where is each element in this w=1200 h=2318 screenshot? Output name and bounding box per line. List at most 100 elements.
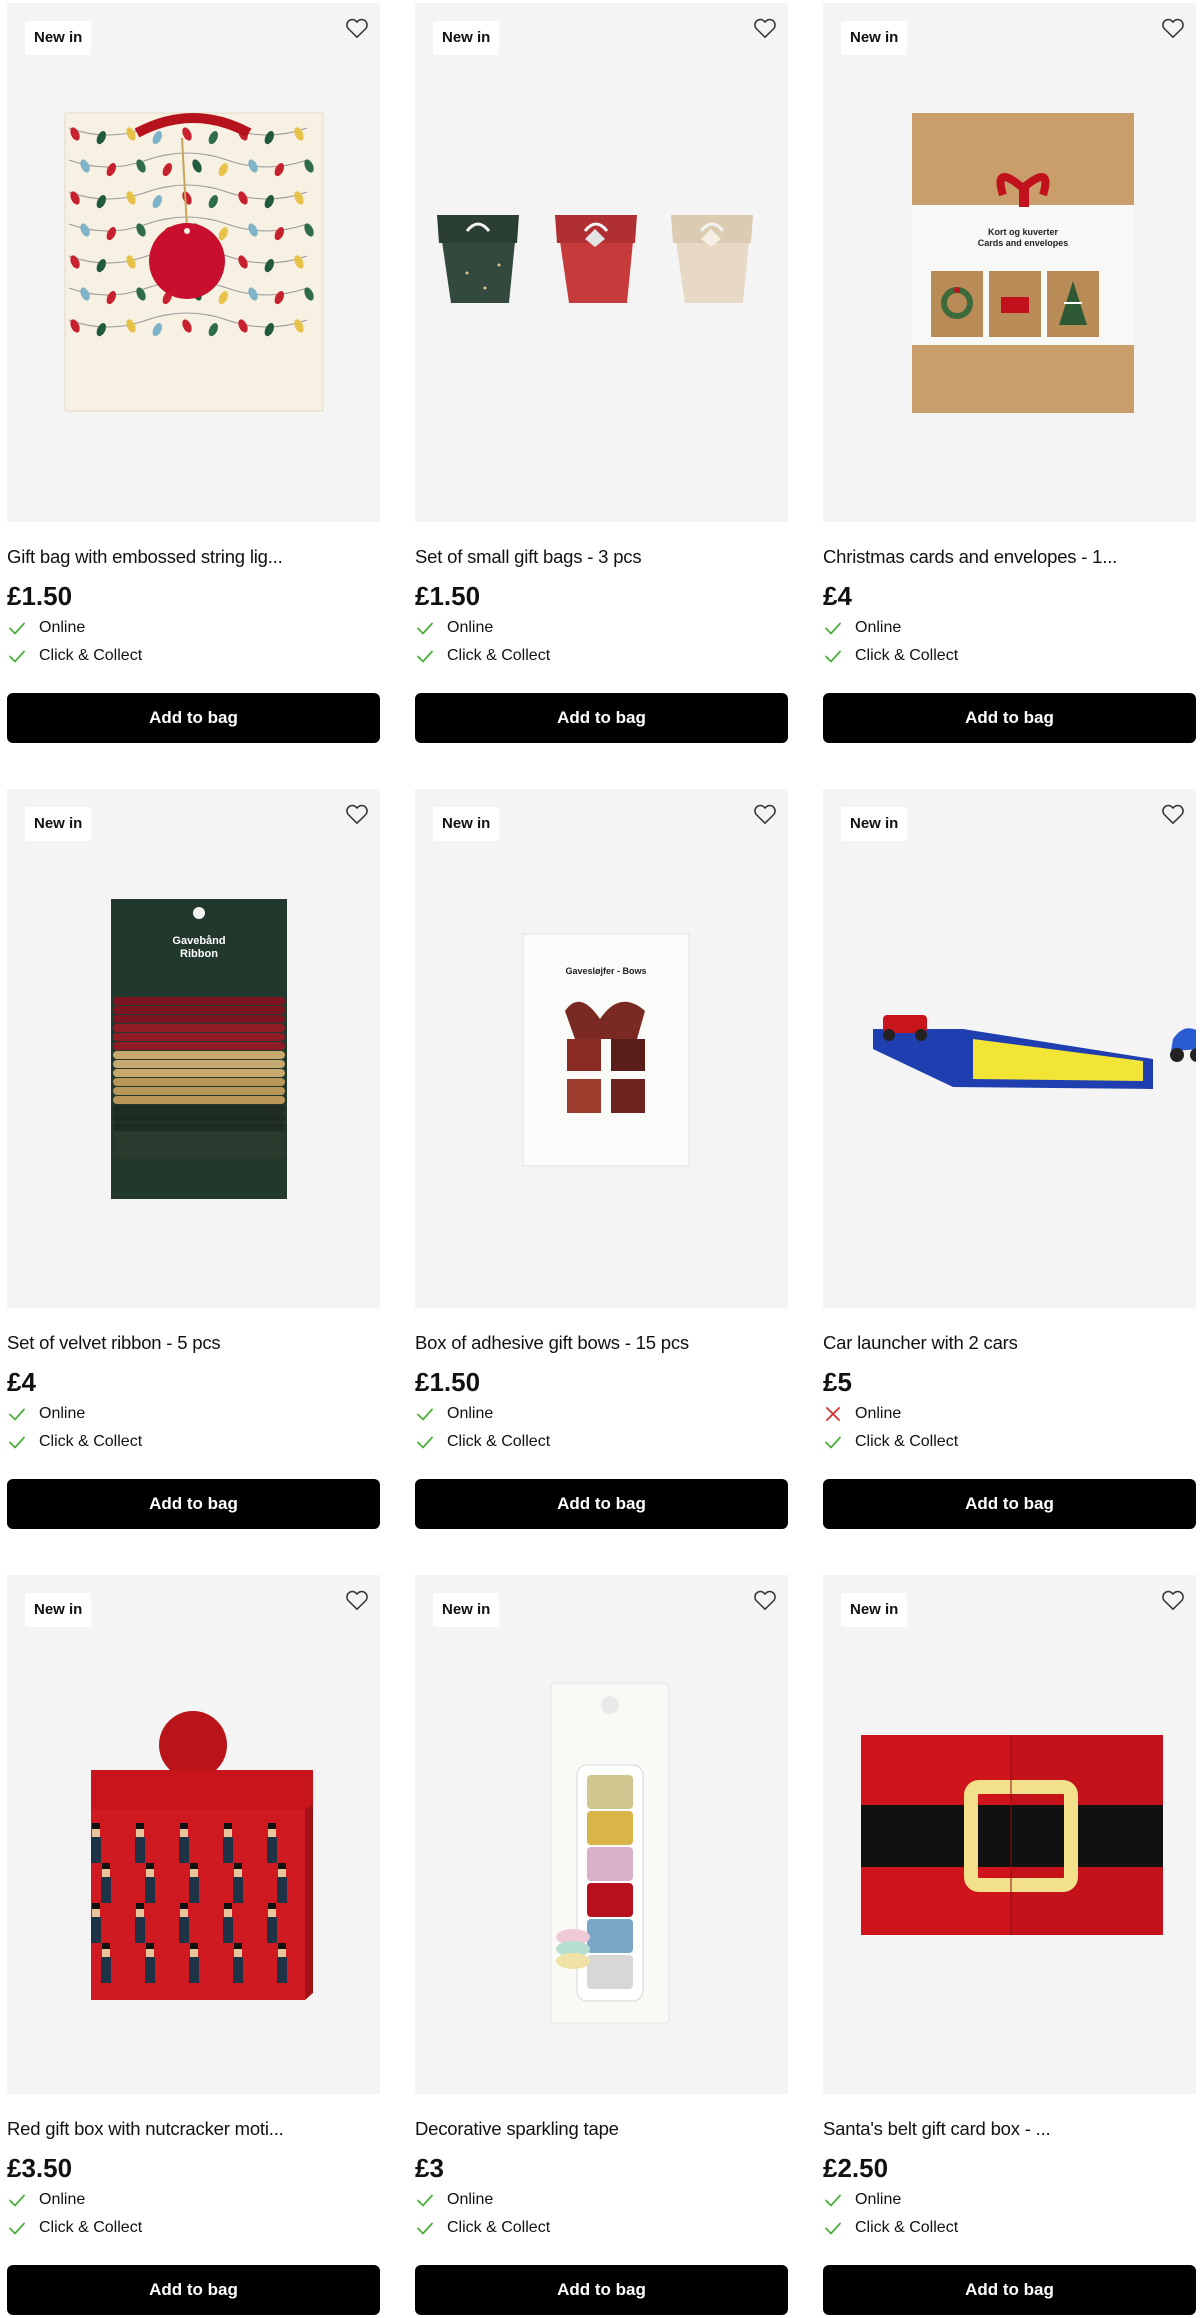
availability-label: Online	[855, 2191, 902, 2208]
product-name[interactable]: Set of small gift bags - 3 pcs	[415, 545, 788, 569]
add-to-bag-button[interactable]: Add to bag	[7, 1479, 380, 1529]
check-icon	[7, 618, 27, 638]
product-card: New in Decorative sparkling tape £3 Onli…	[415, 1575, 788, 2315]
product-image[interactable]: Kort og kuverter Cards and envelopes New …	[823, 3, 1196, 522]
availability-label: Online	[39, 1405, 86, 1422]
availability-label: Click & Collect	[39, 647, 143, 664]
new-in-badge: New in	[433, 807, 500, 841]
wishlist-heart-icon[interactable]	[344, 1587, 370, 1613]
check-icon	[823, 2190, 843, 2210]
availability-label: Click & Collect	[39, 2219, 143, 2236]
wishlist-heart-icon[interactable]	[1160, 1587, 1186, 1613]
wishlist-heart-icon[interactable]	[752, 1587, 778, 1613]
wishlist-heart-icon[interactable]	[1160, 801, 1186, 827]
add-to-bag-button[interactable]: Add to bag	[415, 2265, 788, 2315]
availability-click-collect: Click & Collect	[415, 2217, 788, 2239]
availability-label: Online	[39, 2191, 86, 2208]
availability-online: Online	[415, 2189, 788, 2211]
check-icon	[415, 1432, 435, 1452]
santa-belt-box-icon	[823, 1575, 1196, 2094]
product-name[interactable]: Car launcher with 2 cars	[823, 1331, 1196, 1355]
product-name[interactable]: Christmas cards and envelopes - 1...	[823, 545, 1196, 569]
check-icon	[7, 646, 27, 666]
product-image[interactable]: New in	[415, 3, 788, 522]
availability-click-collect: Click & Collect	[7, 1431, 380, 1453]
product-price: £2.50	[823, 2153, 889, 2183]
packaging-text: Cards and envelopes	[978, 238, 1069, 248]
availability-click-collect: Click & Collect	[823, 645, 1196, 667]
nutcracker-gift-box-icon	[7, 1575, 380, 2094]
add-to-bag-button[interactable]: Add to bag	[415, 1479, 788, 1529]
product-image[interactable]: Gavesløjfer - Bows New in	[415, 789, 788, 1308]
product-grid: New in Gift bag with embossed string lig…	[7, 3, 1197, 2315]
add-to-bag-button[interactable]: Add to bag	[7, 693, 380, 743]
product-image[interactable]: New in	[7, 1575, 380, 2094]
product-card: Gavesløjfer - Bows New in Box of adhesiv…	[415, 789, 788, 1529]
check-icon	[823, 646, 843, 666]
small-gift-bags-icon	[415, 3, 788, 522]
check-icon	[415, 646, 435, 666]
add-to-bag-button[interactable]: Add to bag	[823, 693, 1196, 743]
availability-label: Click & Collect	[447, 1433, 551, 1450]
product-image[interactable]: New in	[415, 1575, 788, 2094]
check-icon	[7, 2218, 27, 2238]
availability-click-collect: Click & Collect	[415, 1431, 788, 1453]
add-to-bag-button[interactable]: Add to bag	[823, 1479, 1196, 1529]
availability-click-collect: Click & Collect	[823, 2217, 1196, 2239]
gift-bows-pack-icon: Gavesløjfer - Bows	[415, 789, 788, 1308]
packaging-text: Kort og kuverter	[988, 227, 1059, 237]
availability-click-collect: Click & Collect	[7, 2217, 380, 2239]
product-image[interactable]: New in	[823, 1575, 1196, 2094]
packaging-text: Ribbon	[180, 948, 218, 960]
wishlist-heart-icon[interactable]	[752, 15, 778, 41]
availability-label: Online	[39, 619, 86, 636]
product-card: New in Car launcher with 2 cars £5 Onlin…	[823, 789, 1196, 1529]
wishlist-heart-icon[interactable]	[344, 801, 370, 827]
christmas-cards-pack-icon: Kort og kuverter Cards and envelopes	[823, 3, 1196, 522]
packaging-text: Gavesløjfer - Bows	[565, 966, 646, 976]
add-to-bag-button[interactable]: Add to bag	[415, 693, 788, 743]
product-card: New in Santa's belt gift card box - ... …	[823, 1575, 1196, 2315]
add-to-bag-button[interactable]: Add to bag	[7, 2265, 380, 2315]
cross-icon	[823, 1404, 843, 1424]
new-in-badge: New in	[25, 807, 92, 841]
availability-online: Online	[7, 2189, 380, 2211]
product-card: Gavebånd Ribbon New in Set of velvet ribb…	[7, 789, 380, 1529]
new-in-badge: New in	[25, 21, 92, 55]
product-card: New in Set of small gift bags - 3 pcs £1…	[415, 3, 788, 743]
availability-label: Click & Collect	[855, 2219, 959, 2236]
product-price: £3.50	[7, 2153, 73, 2183]
new-in-badge: New in	[25, 1593, 92, 1627]
availability-label: Online	[855, 619, 902, 636]
product-name[interactable]: Set of velvet ribbon - 5 pcs	[7, 1331, 380, 1355]
availability-label: Click & Collect	[855, 1433, 959, 1450]
availability-label: Click & Collect	[855, 647, 959, 664]
wishlist-heart-icon[interactable]	[344, 15, 370, 41]
product-image[interactable]: New in	[823, 789, 1196, 1308]
availability-click-collect: Click & Collect	[415, 645, 788, 667]
product-name[interactable]: Red gift box with nutcracker moti...	[7, 2117, 380, 2141]
product-card: New in Gift bag with embossed string lig…	[7, 3, 380, 743]
availability-label: Click & Collect	[447, 2219, 551, 2236]
check-icon	[823, 2218, 843, 2238]
new-in-badge: New in	[841, 807, 908, 841]
product-name[interactable]: Decorative sparkling tape	[415, 2117, 788, 2141]
check-icon	[7, 1404, 27, 1424]
availability-online: Online	[415, 1403, 788, 1425]
product-name[interactable]: Box of adhesive gift bows - 15 pcs	[415, 1331, 788, 1355]
wishlist-heart-icon[interactable]	[752, 801, 778, 827]
wishlist-heart-icon[interactable]	[1160, 15, 1186, 41]
availability-label: Click & Collect	[39, 1433, 143, 1450]
availability-online: Online	[823, 2189, 1196, 2211]
product-image[interactable]: Gavebånd Ribbon New in	[7, 789, 380, 1308]
availability-online: Online	[823, 617, 1196, 639]
availability-click-collect: Click & Collect	[7, 645, 380, 667]
product-name[interactable]: Santa's belt gift card box - ...	[823, 2117, 1196, 2141]
check-icon	[415, 2190, 435, 2210]
product-image[interactable]: New in	[7, 3, 380, 522]
new-in-badge: New in	[841, 1593, 908, 1627]
check-icon	[415, 1404, 435, 1424]
product-name[interactable]: Gift bag with embossed string lig...	[7, 545, 380, 569]
add-to-bag-button[interactable]: Add to bag	[823, 2265, 1196, 2315]
availability-online: Online	[7, 617, 380, 639]
